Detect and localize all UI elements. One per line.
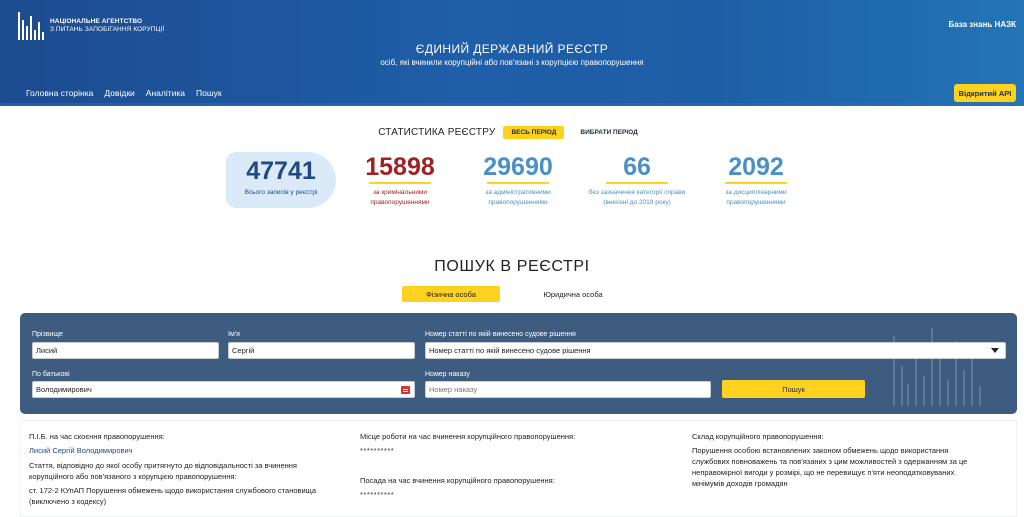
composition-value: Порушення особою встановлених законом об…	[692, 446, 968, 488]
article-select[interactable]: Номер статті по якій винесено судове ріш…	[425, 342, 1006, 359]
fio-label: П.І.Б. на час скоєння правопорушення:	[29, 432, 165, 441]
article-label-result: Стаття, відповідно до якої особу притягн…	[29, 461, 297, 481]
surname-input[interactable]	[32, 342, 219, 359]
knowledge-base-link[interactable]: База знань НАЗК	[948, 20, 1016, 29]
stat-disciplinary-value: 2092	[728, 153, 784, 181]
patronymic-input[interactable]	[32, 381, 415, 398]
stat-total-label: Всього записів у реєстрі	[244, 189, 318, 196]
stats-title: СТАТИСТИКА РЕЄСТРУ	[378, 127, 496, 138]
workplace-value: **********	[360, 446, 395, 455]
name-label: Ім'я	[228, 331, 240, 338]
position-label: Посада на час вчинення корупційного прав…	[360, 476, 555, 485]
chevron-down-icon	[991, 348, 999, 353]
open-api-button[interactable]: Відкритий API	[954, 84, 1016, 102]
fio-value[interactable]: Лисий Сергій Володимирович	[29, 445, 349, 456]
search-panel: Прізвище Ім'я Номер статті по якій винес…	[20, 313, 1017, 414]
stat-no-category-label: без зазначення категорії справи (внесені…	[588, 188, 686, 206]
surname-label: Прізвище	[32, 331, 63, 338]
workplace-label: Місце роботи на час вчинення корупційног…	[360, 432, 576, 441]
stat-criminal[interactable]: 15898 за кримінальними правопорушеннями	[352, 152, 448, 208]
nav-search[interactable]: Пошук	[196, 88, 222, 98]
stat-divider	[606, 182, 668, 184]
article-value: ст. 172-2 КУпАП Порушення обмежень щодо …	[29, 486, 317, 506]
search-tabs: Фізична особа Юридична особа	[0, 286, 1024, 302]
period-choose-button[interactable]: ВИБРАТИ ПЕРІОД	[572, 126, 645, 139]
patronymic-label: По батькові	[32, 371, 70, 378]
stat-no-category[interactable]: 66 без зазначення категорії справи (внес…	[582, 152, 692, 208]
stat-disciplinary[interactable]: 2092 за дисциплінарними правопорушеннями	[708, 152, 804, 208]
tab-individual[interactable]: Фізична особа	[402, 286, 500, 302]
stat-total-value: 47741	[246, 157, 316, 185]
stat-criminal-value: 15898	[365, 153, 435, 181]
stat-divider	[725, 182, 787, 184]
nav-analytics[interactable]: Аналітика	[146, 88, 185, 98]
stat-divider	[487, 182, 549, 184]
nazk-logo[interactable]: НАЦІОНАЛЬНЕ АГЕНТСТВО З ПИТАНЬ ЗАПОБІГАН…	[18, 12, 164, 40]
logo-icon	[18, 12, 44, 40]
decorative-bars	[893, 321, 993, 406]
page-title: ЄДИНИЙ ДЕРЖАВНИЙ РЕЄСТР	[415, 42, 609, 56]
stat-total: 47741 Всього записів у реєстрі	[226, 152, 336, 208]
order-label: Номер наказу	[425, 371, 470, 378]
page-subtitle: осіб, які вчинили корупційні або пов'яза…	[380, 58, 644, 67]
search-button[interactable]: Пошук	[722, 380, 865, 398]
order-input[interactable]	[425, 381, 711, 398]
site-header: НАЦІОНАЛЬНЕ АГЕНТСТВО З ПИТАНЬ ЗАПОБІГАН…	[0, 0, 1024, 106]
main-nav: Головна сторінка Довідки Аналітика Пошук	[26, 88, 222, 98]
stat-no-category-value: 66	[623, 153, 651, 181]
stat-administrative-value: 29690	[483, 153, 553, 181]
result-col-work: Місце роботи на час вчинення корупційног…	[360, 431, 680, 500]
nav-certificates[interactable]: Довідки	[104, 88, 134, 98]
tab-legal-entity[interactable]: Юридична особа	[524, 286, 622, 302]
result-card: П.І.Б. на час скоєння правопорушення: Ли…	[20, 420, 1017, 517]
logo-text: НАЦІОНАЛЬНЕ АГЕНТСТВО З ПИТАНЬ ЗАПОБІГАН…	[50, 18, 165, 33]
article-label: Номер статті по якій винесено судове ріш…	[425, 331, 576, 338]
keyboard-icon[interactable]	[401, 386, 410, 394]
stat-disciplinary-label: за дисциплінарними правопорушеннями	[725, 188, 787, 206]
name-input[interactable]	[228, 342, 415, 359]
stat-administrative[interactable]: 29690 за адміністративними правопорушенн…	[470, 152, 566, 208]
stat-divider	[369, 182, 431, 184]
stat-criminal-label: за кримінальними правопорушеннями	[370, 188, 430, 206]
nav-home[interactable]: Головна сторінка	[26, 88, 93, 98]
position-value: **********	[360, 490, 395, 499]
composition-label: Склад корупційного правопорушення:	[692, 432, 824, 441]
result-col-person: П.І.Б. на час скоєння правопорушення: Ли…	[29, 431, 349, 507]
search-title: ПОШУК В РЕЄСТРІ	[434, 258, 590, 275]
period-all-button[interactable]: ВЕСЬ ПЕРІОД	[503, 126, 565, 139]
stat-administrative-label: за адміністративними правопорушеннями	[485, 188, 551, 206]
stats-header: СТАТИСТИКА РЕЄСТРУ ВЕСЬ ПЕРІОД ВИБРАТИ П…	[0, 126, 1024, 139]
result-col-composition: Склад корупційного правопорушення: Поруш…	[692, 431, 1012, 489]
